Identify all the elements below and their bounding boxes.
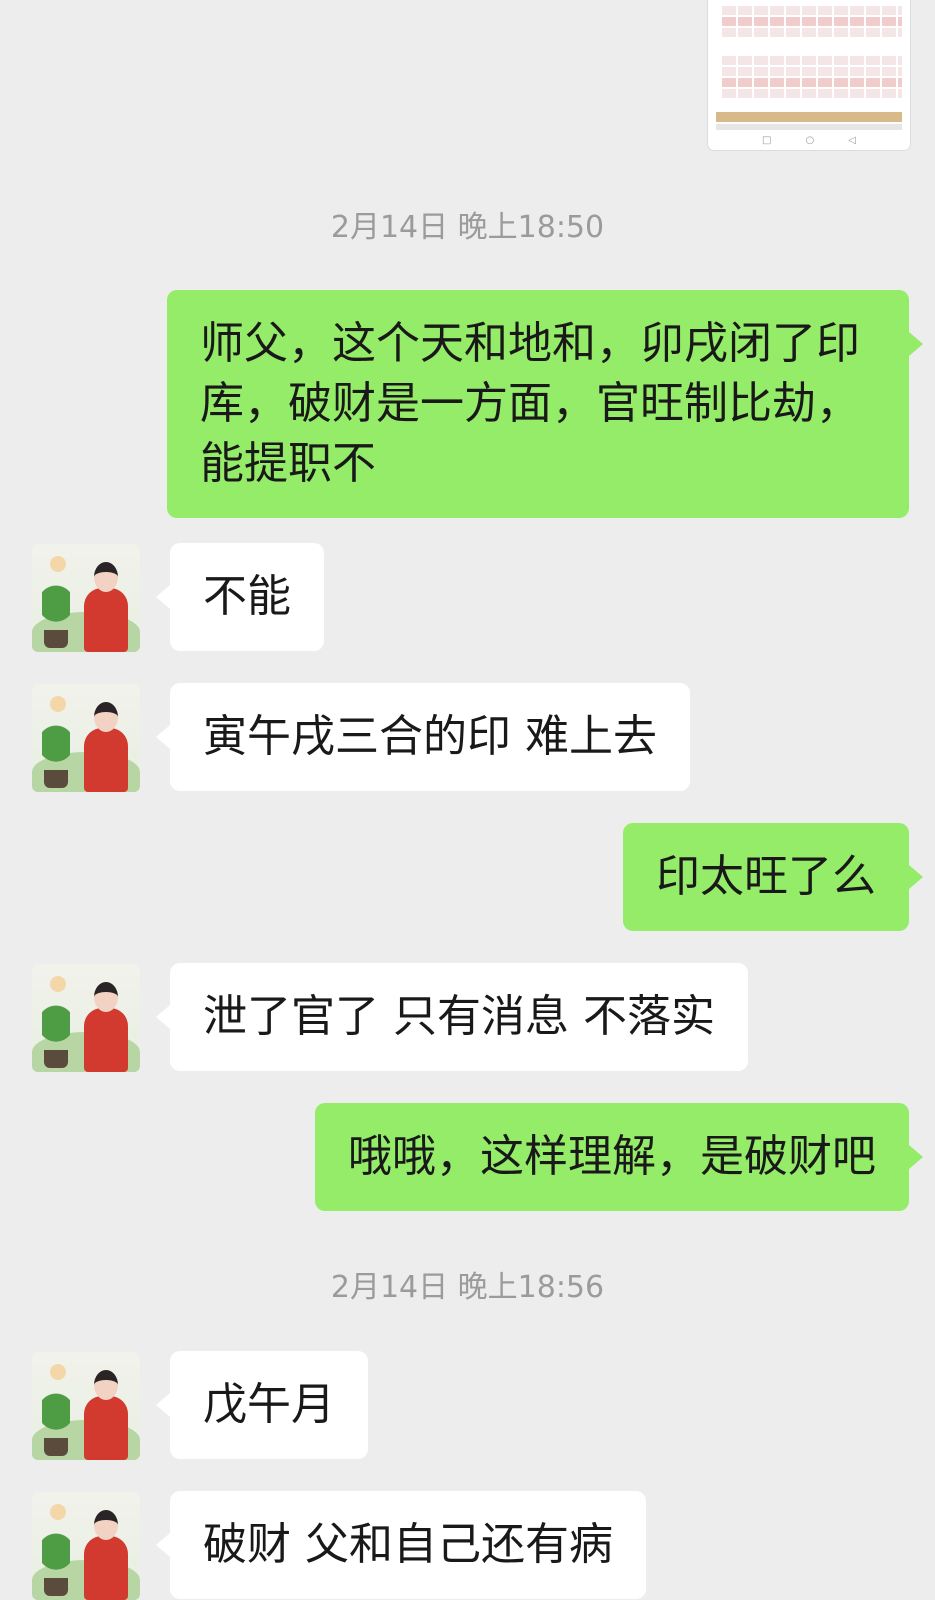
message-text: 不能 (203, 571, 291, 622)
chart-grid-bottom (722, 56, 902, 98)
message-text: 破财 父和自己还有病 (203, 1519, 613, 1570)
thumbnail-nav-bar: □ ○ ◁ (708, 135, 910, 146)
avatar[interactable] (32, 1492, 140, 1600)
message-bubble-sent[interactable]: 师父，这个天和地和，卯戌闭了印库，破财是一方面，官旺制比劫，能提职不 (167, 290, 923, 518)
message-text: 师父，这个天和地和，卯戌闭了印库，破财是一方面，官旺制比劫，能提职不 (200, 318, 860, 489)
message-text: 泄了官了 只有消息 不落实 (203, 991, 715, 1042)
message-bubble-received[interactable]: 破财 父和自己还有病 (156, 1491, 646, 1599)
timestamp: 2月14日 晚上18:50 (330, 210, 605, 245)
thumbnail-tab-bar (716, 112, 902, 122)
message-text: 印太旺了么 (656, 851, 876, 902)
back-triangle-icon: ◁ (848, 135, 856, 146)
square-icon: □ (762, 135, 772, 146)
thumbnail-footer (716, 124, 902, 130)
message-bubble-received[interactable]: 不能 (156, 543, 324, 651)
message-text: 寅午戌三合的印 难上去 (203, 711, 657, 762)
message-bubble-sent[interactable]: 印太旺了么 (623, 823, 923, 931)
avatar[interactable] (32, 544, 140, 652)
message-bubble-received[interactable]: 戊午月 (156, 1351, 368, 1459)
chart-grid-top (722, 6, 902, 46)
message-bubble-sent[interactable]: 哦哦，这样理解，是破财吧 (315, 1103, 923, 1211)
message-text: 戊午月 (203, 1379, 335, 1430)
message-bubble-received[interactable]: 泄了官了 只有消息 不落实 (156, 963, 748, 1071)
message-text: 哦哦，这样理解，是破财吧 (348, 1131, 876, 1182)
shared-image-thumbnail[interactable]: □ ○ ◁ (708, 0, 910, 150)
message-bubble-received[interactable]: 寅午戌三合的印 难上去 (156, 683, 690, 791)
avatar[interactable] (32, 684, 140, 792)
circle-icon: ○ (805, 135, 815, 146)
avatar[interactable] (32, 1352, 140, 1460)
avatar[interactable] (32, 964, 140, 1072)
timestamp: 2月14日 晚上18:56 (330, 1270, 605, 1305)
